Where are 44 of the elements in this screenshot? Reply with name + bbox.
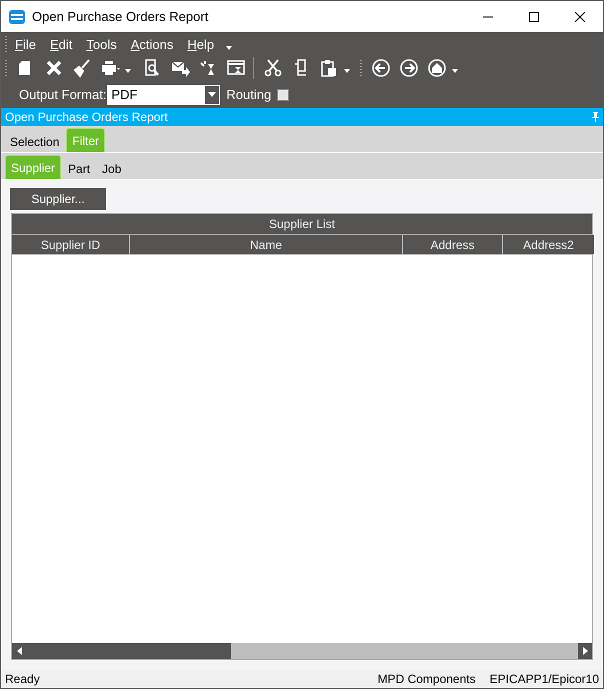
caret-icon[interactable] (452, 69, 458, 73)
supplier-button[interactable]: Supplier... (10, 188, 106, 210)
menu-item[interactable]: File (11, 37, 36, 52)
menu-item[interactable]: Edit (46, 37, 72, 52)
back-icon[interactable] (371, 58, 391, 78)
status-text: Ready (5, 672, 41, 686)
broom-icon[interactable] (72, 58, 92, 78)
caret-icon[interactable] (344, 69, 350, 73)
menu-item[interactable]: Tools (82, 37, 117, 52)
output-format-dropdown[interactable]: PDF (107, 84, 220, 104)
horizontal-scrollbar[interactable] (12, 643, 592, 659)
company-name: MPD Components (378, 672, 476, 686)
menu-item[interactable]: Actions (126, 37, 174, 52)
scroll-left-icon[interactable] (16, 647, 22, 655)
column-header[interactable]: Name (130, 235, 403, 254)
delete-icon[interactable] (44, 58, 64, 78)
paste-icon[interactable] (319, 58, 339, 78)
grid-title: Supplier List (12, 214, 592, 234)
routing-label: Routing (226, 87, 272, 102)
output-format-label: Output Format: (19, 87, 106, 102)
maximize-icon[interactable] (529, 12, 539, 22)
app-icon (9, 10, 25, 24)
routing-checkbox[interactable] (277, 88, 290, 100)
tab[interactable]: Part (63, 158, 96, 179)
dropdown-arrow-icon[interactable] (208, 92, 216, 97)
tab[interactable]: Job (97, 158, 126, 179)
caret-icon[interactable] (125, 69, 131, 73)
window-icon[interactable] (226, 58, 246, 78)
menu-item[interactable]: Help (183, 37, 214, 52)
scissors-icon[interactable] (263, 58, 283, 78)
column-header[interactable]: Address2 (503, 235, 594, 254)
home-icon[interactable] (427, 58, 447, 78)
tab[interactable]: Selection (5, 131, 64, 152)
close-icon[interactable] (575, 12, 585, 22)
caret-icon[interactable] (226, 46, 232, 50)
forward-icon[interactable] (399, 58, 419, 78)
column-header[interactable]: Address (403, 235, 503, 254)
column-header[interactable]: Supplier ID (12, 235, 130, 254)
panel-title: Open Purchase Orders Report (5, 110, 168, 124)
server-name: EPICAPP1/Epicor10 (490, 672, 599, 686)
preview-icon[interactable] (142, 58, 162, 78)
printer-icon[interactable] (100, 58, 120, 78)
scroll-right-icon[interactable] (582, 647, 588, 655)
window-title: Open Purchase Orders Report (32, 9, 210, 24)
